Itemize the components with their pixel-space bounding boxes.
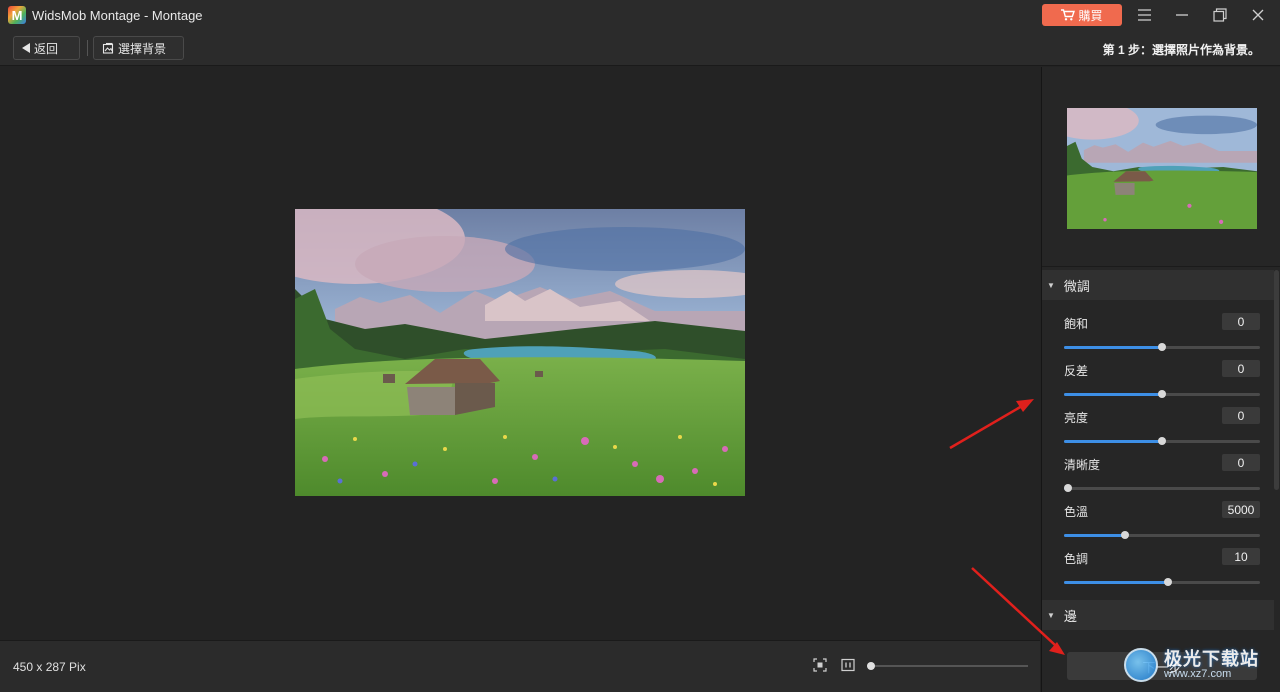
zoom-knob[interactable] bbox=[867, 662, 875, 670]
background-photo[interactable] bbox=[295, 209, 745, 496]
photo-canvas[interactable] bbox=[0, 67, 1040, 640]
section-fine-tune-label: 微調 bbox=[1063, 278, 1090, 294]
section-fine-tune[interactable]: ▼ 微調 bbox=[1042, 270, 1274, 300]
section-edge-label: 邊 bbox=[1063, 608, 1077, 624]
panel-scrollbar[interactable] bbox=[1274, 270, 1279, 490]
adjust-clarity-value[interactable]: 0 bbox=[1222, 454, 1260, 471]
back-button[interactable]: 返回 bbox=[13, 36, 80, 60]
adjust-brightness-value[interactable]: 0 bbox=[1222, 407, 1260, 424]
adjust-clarity-label: 清晰度 bbox=[1064, 458, 1101, 472]
right-panel: ▼ 微調 飽和 0 反差 0 亮度 0 清晰度 0 色溫 5000 色調 10 … bbox=[1041, 67, 1280, 692]
brightness-slider[interactable] bbox=[1064, 436, 1260, 446]
menu-button[interactable] bbox=[1125, 0, 1163, 30]
watermark-logo-icon bbox=[1124, 648, 1158, 682]
adjust-contrast-value[interactable]: 0 bbox=[1222, 360, 1260, 377]
fit-screen-icon bbox=[813, 658, 827, 672]
slider-knob[interactable] bbox=[1063, 484, 1072, 492]
slider-fill bbox=[1064, 440, 1162, 443]
landscape-photo-image bbox=[295, 209, 745, 496]
adjust-tint-label: 色調 bbox=[1064, 552, 1089, 566]
slider-knob[interactable] bbox=[1120, 531, 1129, 539]
tint-slider[interactable] bbox=[1064, 577, 1260, 587]
watermark-text: 极光下载站 www.xz7.com bbox=[1164, 648, 1259, 680]
actual-size-icon bbox=[841, 658, 855, 672]
site-watermark: 极光下载站 www.xz7.com bbox=[1124, 641, 1274, 689]
saturation-slider[interactable] bbox=[1064, 342, 1260, 352]
zoom-slider[interactable] bbox=[867, 661, 1028, 671]
watermark-url: www.xz7.com bbox=[1164, 667, 1232, 680]
choose-background-label: 選擇背景 bbox=[118, 41, 167, 56]
slider-track bbox=[1064, 487, 1260, 490]
collapse-triangle-icon: ▼ bbox=[1047, 610, 1055, 620]
slider-fill bbox=[1064, 346, 1162, 349]
adjust-brightness-label: 亮度 bbox=[1064, 411, 1089, 425]
restore-button[interactable] bbox=[1201, 0, 1239, 30]
slider-knob[interactable] bbox=[1158, 437, 1166, 445]
slider-fill bbox=[1064, 534, 1125, 537]
zoom-track bbox=[867, 665, 1028, 667]
window-title: WidsMob Montage - Montage bbox=[32, 7, 203, 23]
app-logo-letter: M bbox=[11, 7, 23, 23]
minimize-button[interactable] bbox=[1163, 0, 1201, 30]
restore-icon bbox=[1213, 8, 1227, 22]
step-instruction: 第 1 步：選擇照片作為背景。 bbox=[1102, 43, 1260, 57]
app-logo: M bbox=[8, 6, 26, 24]
image-size-readout: 450 x 287 Pix bbox=[13, 660, 86, 674]
adjust-temperature-value[interactable]: 5000 bbox=[1222, 501, 1260, 518]
slider-fill bbox=[1064, 581, 1168, 584]
choose-background-button[interactable]: 選擇背景 bbox=[93, 36, 184, 60]
section-edge[interactable]: ▼ 邊 bbox=[1042, 600, 1274, 630]
hamburger-icon bbox=[1137, 9, 1151, 21]
adjust-saturation-value[interactable]: 0 bbox=[1222, 313, 1260, 330]
thumbnail-area bbox=[1042, 67, 1280, 267]
buy-label: 購買 bbox=[1078, 8, 1103, 23]
toolbar: 返回 選擇背景 第 1 步：選擇照片作為背景。 bbox=[0, 30, 1280, 66]
title-bar: M WidsMob Montage - Montage 購買 bbox=[0, 0, 1280, 30]
slider-knob[interactable] bbox=[1158, 390, 1166, 398]
adjust-tint-value[interactable]: 10 bbox=[1222, 548, 1260, 565]
fit-screen-button[interactable] bbox=[813, 658, 827, 672]
temperature-slider[interactable] bbox=[1064, 530, 1260, 540]
watermark-cn: 极光下载站 bbox=[1164, 648, 1259, 669]
adjust-contrast-label: 反差 bbox=[1064, 364, 1089, 378]
close-button[interactable] bbox=[1239, 0, 1277, 30]
toolbar-divider bbox=[87, 40, 88, 56]
status-bar: 450 x 287 Pix bbox=[0, 640, 1040, 692]
slider-knob[interactable] bbox=[1158, 343, 1166, 351]
clarity-slider[interactable] bbox=[1063, 483, 1260, 493]
buy-button[interactable]: 購買 bbox=[1042, 4, 1122, 26]
photo-thumbnail[interactable] bbox=[1067, 108, 1257, 229]
adjust-temperature-label: 色溫 bbox=[1064, 505, 1089, 519]
close-icon bbox=[1252, 9, 1264, 21]
slider-knob[interactable] bbox=[1163, 578, 1172, 586]
back-label: 返回 bbox=[34, 41, 59, 56]
minimize-icon bbox=[1176, 14, 1188, 16]
slider-fill bbox=[1064, 393, 1162, 396]
collapse-triangle-icon: ▼ bbox=[1047, 280, 1055, 290]
image-swap-icon bbox=[102, 42, 114, 54]
adjust-saturation-label: 飽和 bbox=[1064, 317, 1089, 331]
cart-icon bbox=[1061, 9, 1076, 21]
landscape-thumbnail-image bbox=[1067, 108, 1257, 229]
actual-size-button[interactable] bbox=[841, 658, 855, 672]
contrast-slider[interactable] bbox=[1064, 389, 1260, 399]
back-triangle-icon bbox=[22, 43, 30, 53]
